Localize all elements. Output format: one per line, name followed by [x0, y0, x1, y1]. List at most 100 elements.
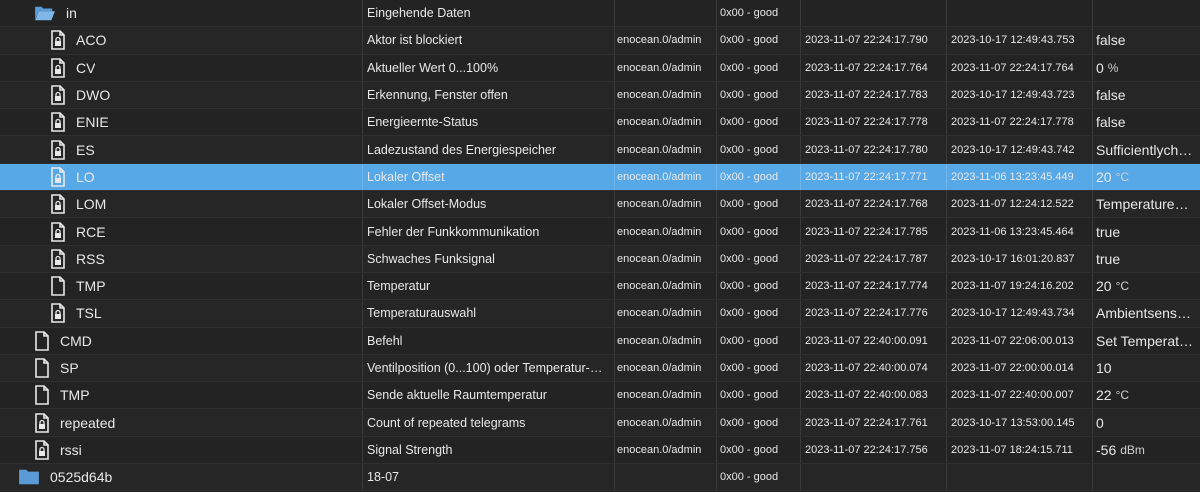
user-cell: enocean.0/admin: [614, 218, 716, 245]
object-name-cell[interactable]: DWO: [0, 82, 362, 108]
last-changed-cell: 2023-10-17 12:49:43.723: [946, 81, 1092, 109]
table-row[interactable]: RCE Fehler der Funkkommunikation enocean.0…: [0, 218, 1200, 246]
user-cell: [614, 0, 716, 27]
object-name-cell[interactable]: in: [0, 0, 362, 26]
object-name-cell[interactable]: ES: [0, 136, 362, 162]
object-name-cell[interactable]: RSS: [0, 246, 362, 272]
table-row[interactable]: TMP Sende aktuelle Raumtemperatur enocean.…: [0, 382, 1200, 410]
object-name-cell[interactable]: CMD: [0, 328, 362, 354]
object-name-cell[interactable]: RCE: [0, 218, 362, 244]
table-row[interactable]: 0525d64b 18-07 0x00 - good: [0, 464, 1200, 492]
timestamp-cell: 2023-11-07 22:24:17.771: [800, 163, 946, 191]
description-cell: Befehl: [362, 327, 614, 354]
last-changed-cell: 2023-11-07 22:24:17.764: [946, 54, 1092, 81]
table-row[interactable]: TMP Temperatur enocean.0/admin 0x00 - good 2…: [0, 272, 1200, 301]
object-name-cell[interactable]: LO: [0, 164, 362, 190]
object-name-cell[interactable]: TMP: [0, 382, 362, 408]
locked-file-icon: [50, 249, 66, 269]
last-changed-cell: [946, 464, 1092, 491]
value-cell[interactable]: 0: [1092, 409, 1200, 436]
table-row[interactable]: CV Aktueller Wert 0...100% enocean.0/admin…: [0, 54, 1200, 82]
object-name-cell[interactable]: ACO: [0, 27, 362, 53]
object-name-cell[interactable]: 0525d64b: [0, 464, 362, 490]
object-name-cell[interactable]: TMP: [0, 273, 362, 299]
folder-open-icon: [34, 4, 56, 22]
value-cell[interactable]: false: [1092, 27, 1200, 54]
quality-cell: 0x00 - good: [716, 409, 800, 436]
table-row[interactable]: rssi Signal Strength enocean.0/admin 0x00 -…: [0, 436, 1200, 465]
table-row[interactable]: repeated Count of repeated telegrams enoce…: [0, 409, 1200, 437]
object-name-cell[interactable]: repeated: [0, 409, 362, 435]
quality-cell: 0x00 - good: [716, 136, 800, 163]
value-cell[interactable]: -56 dBm: [1092, 436, 1200, 464]
locked-file-icon: [50, 221, 66, 242]
user-cell: enocean.0/admin: [614, 272, 716, 300]
value-cell[interactable]: Set Temperatu...: [1092, 327, 1200, 354]
object-name: TMP: [60, 387, 90, 404]
object-name-cell[interactable]: CV: [0, 55, 362, 81]
value-cell[interactable]: true: [1092, 218, 1200, 245]
table-row[interactable]: LO Lokaler Offset enocean.0/admin 0x00 - go…: [0, 163, 1200, 192]
table-row[interactable]: TSL Temperaturauswahl enocean.0/admin 0x00 …: [0, 300, 1200, 328]
value-cell[interactable]: false: [1092, 109, 1200, 136]
timestamp-cell: 2023-11-07 22:24:17.764: [800, 54, 946, 81]
locked-file-icon: [50, 57, 66, 78]
quality-cell: 0x00 - good: [716, 300, 800, 327]
object-name-cell[interactable]: ENIE: [0, 109, 362, 135]
table-row[interactable]: in Eingehende Daten 0x00 - good: [0, 0, 1200, 28]
value-cell[interactable]: Temperaturewi...: [1092, 191, 1200, 218]
quality-cell: 0x00 - good: [716, 327, 800, 354]
table-row[interactable]: SP Ventilposition (0...100) oder Temperat…: [0, 354, 1200, 383]
locked-file-icon: [34, 412, 50, 433]
table-row[interactable]: ENIE Energieernte-Status enocean.0/admin 0x…: [0, 109, 1200, 137]
object-name: SP: [60, 360, 79, 376]
description-cell: Schwaches Funksignal: [362, 245, 614, 272]
timestamp-cell: 2023-11-07 22:24:17.790: [800, 27, 946, 54]
timestamp-cell: 2023-11-07 22:40:00.083: [800, 382, 946, 409]
description-cell: Lokaler Offset-Modus: [362, 191, 614, 218]
object-name: ES: [76, 141, 95, 158]
value-cell[interactable]: 22 °C: [1092, 382, 1200, 409]
last-changed-cell: 2023-11-07 19:24:16.202: [946, 272, 1092, 300]
value-unit: °C: [1115, 169, 1130, 184]
description-cell: Sende aktuelle Raumtemperatur: [362, 382, 614, 409]
table-row[interactable]: DWO Erkennung, Fenster offen enocean.0/adm…: [0, 81, 1200, 110]
value-cell[interactable]: [1092, 464, 1200, 491]
object-name-cell[interactable]: LOM: [0, 191, 362, 217]
quality-cell: 0x00 - good: [716, 0, 800, 27]
user-cell: enocean.0/admin: [614, 436, 716, 464]
description-cell: Lokaler Offset: [362, 163, 614, 191]
value-cell[interactable]: Ambientsensor...: [1092, 300, 1200, 327]
table-row[interactable]: ES Ladezustand des Energiespeicher enocean…: [0, 136, 1200, 164]
folder-icon: [18, 468, 40, 486]
value-cell[interactable]: [1092, 0, 1200, 27]
locked-file-icon: [34, 440, 50, 460]
value-cell[interactable]: 20 °C: [1092, 272, 1200, 300]
object-name-cell[interactable]: rssi: [0, 437, 362, 463]
user-cell: enocean.0/admin: [614, 409, 716, 436]
value-cell[interactable]: 20 °C: [1092, 163, 1200, 191]
table-row[interactable]: CMD Befehl enocean.0/admin 0x00 - good 2023-…: [0, 327, 1200, 355]
last-changed-cell: 2023-10-17 12:49:43.734: [946, 300, 1092, 327]
table-row[interactable]: ACO Aktor ist blockiert enocean.0/admin 0x0…: [0, 27, 1200, 55]
last-changed-cell: 2023-11-07 22:24:17.778: [946, 109, 1092, 136]
table-row[interactable]: RSS Schwaches Funksignal enocean.0/admin 0x…: [0, 245, 1200, 273]
quality-cell: 0x00 - good: [716, 163, 800, 191]
value-cell[interactable]: true: [1092, 245, 1200, 272]
object-name-cell[interactable]: SP: [0, 355, 362, 381]
user-cell: enocean.0/admin: [614, 354, 716, 382]
user-cell: enocean.0/admin: [614, 81, 716, 109]
value-cell[interactable]: 10: [1092, 354, 1200, 382]
object-name: in: [66, 5, 77, 22]
value-cell[interactable]: Sufficientlycha...: [1092, 136, 1200, 163]
table-row[interactable]: LOM Lokaler Offset-Modus enocean.0/admin 0x…: [0, 191, 1200, 219]
value-cell[interactable]: 0%: [1092, 54, 1200, 81]
quality-cell: 0x00 - good: [716, 54, 800, 81]
file-icon: [50, 276, 66, 296]
object-name-cell[interactable]: TSL: [0, 300, 362, 326]
object-name: 0525d64b: [50, 469, 113, 486]
last-changed-cell: 2023-11-07 22:06:00.013: [946, 327, 1092, 354]
last-changed-cell: 2023-11-07 22:00:00.014: [946, 354, 1092, 382]
value-cell[interactable]: false: [1092, 81, 1200, 109]
description-cell: Ventilposition (0...100) oder Temperatur…: [362, 354, 614, 382]
